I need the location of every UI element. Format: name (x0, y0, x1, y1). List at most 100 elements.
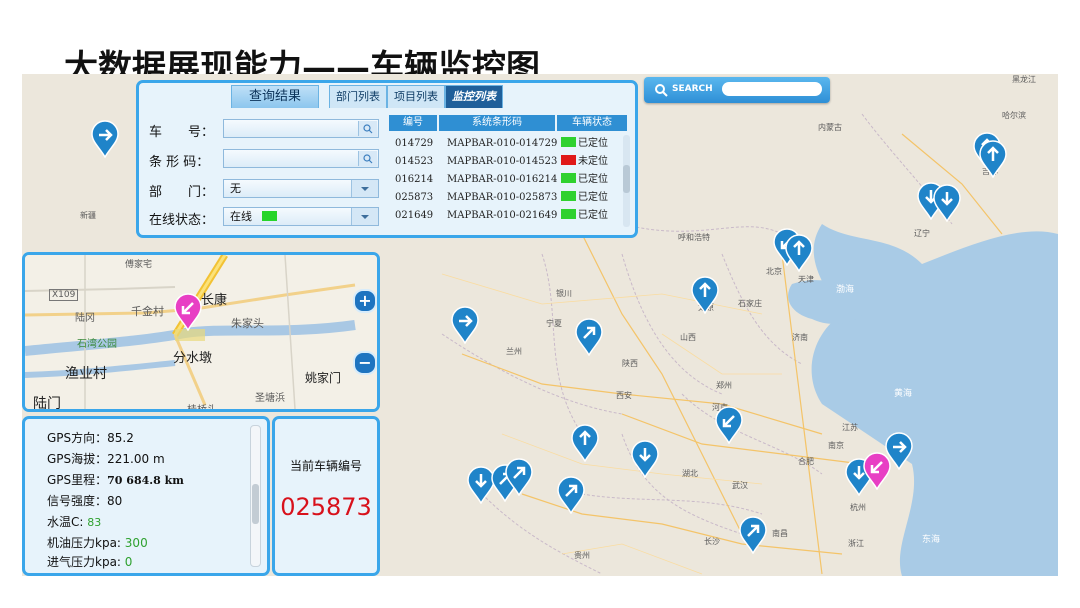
scrollbar-thumb[interactable] (252, 484, 259, 524)
vehicle-pin-icon[interactable] (690, 276, 720, 314)
search-icon (363, 124, 373, 134)
tab-monitor-list[interactable]: 监控列表 (445, 85, 503, 108)
vehicle-pin-icon[interactable] (556, 476, 586, 514)
map-label: 西安 (616, 391, 632, 400)
row-id: 016214 (395, 174, 434, 185)
row-code: MAPBAR-010-021649 (447, 210, 558, 221)
status-indicator (561, 209, 576, 219)
column-header: 编号 (389, 115, 437, 131)
map-label: 北京 (766, 267, 782, 276)
tab-department-list[interactable]: 部门列表 (329, 85, 387, 108)
vehicle-pin-icon[interactable] (978, 140, 1008, 178)
map-label: 山西 (680, 333, 696, 342)
info-value: 221.00 m (107, 452, 165, 466)
zoom-in-button[interactable]: + (353, 289, 377, 313)
search-bar[interactable]: SEARCH (644, 77, 830, 103)
info-label: GPS方向： (47, 431, 108, 445)
row-id: 014729 (395, 138, 434, 149)
vehicle-info-panel: GPS方向：85.2 GPS海拔：221.00 m GPS里程：70 684.8… (22, 416, 270, 576)
map-label: 江苏 (842, 423, 858, 432)
mini-map-label: 圣塘浜 (255, 393, 285, 404)
field-label: 条 形 码： (149, 155, 210, 170)
column-header: 车辆状态 (557, 115, 627, 131)
status-text: 已定位 (578, 138, 608, 149)
mini-map-label: 桂桥头 (187, 405, 217, 412)
department-select[interactable]: 无 (223, 179, 379, 198)
status-indicator (561, 137, 576, 147)
map-label: 黄海 (894, 389, 913, 399)
map-label: 武汉 (732, 481, 748, 490)
search-label: SEARCH (672, 84, 713, 94)
field-label: 在线状态： (149, 213, 215, 228)
map-label: 郑州 (716, 381, 732, 390)
mini-map-label: 陆冈 (75, 313, 95, 324)
tab-query-results[interactable]: 查询结果 (231, 85, 319, 108)
row-status: 已定位 (561, 171, 608, 189)
current-vehicle-panel: 当前车辆编号 025873 (272, 416, 380, 576)
selected-vehicle-pin-icon[interactable] (862, 452, 892, 490)
mini-map-label: 千金村 (131, 305, 164, 318)
column-header: 系统条形码 (439, 115, 555, 131)
info-line-gps-mileage: GPS里程：70 684.8 km (47, 471, 184, 488)
info-value: 0 (124, 555, 133, 569)
mini-map-label: 姚家门 (305, 371, 342, 385)
dropdown-button[interactable] (351, 208, 378, 225)
mini-map-label: 渔业村 (65, 366, 107, 382)
info-label: GPS海拔： (47, 452, 108, 466)
info-line-water-temp: 水温C: 83 (47, 513, 101, 530)
info-line-gps-direction: GPS方向：85.2 (47, 429, 134, 446)
info-value: 300 (124, 536, 148, 550)
map-label: 天津 (798, 275, 814, 284)
query-panel: 查询结果 部门列表 项目列表 监控列表 车 号： 条 形 码： 部 门： 无 在… (136, 80, 638, 238)
search-button[interactable] (358, 151, 377, 166)
tab-project-list[interactable]: 项目列表 (387, 85, 445, 108)
scrollbar-thumb[interactable] (623, 165, 630, 193)
mini-map-label: 朱家头 (231, 317, 264, 330)
vehicle-pin-icon[interactable] (574, 318, 604, 356)
chevron-down-icon (361, 187, 369, 191)
info-label: 水温C: (47, 515, 84, 529)
vehicle-pin-icon[interactable] (90, 120, 120, 158)
info-value: 70 684.8 km (107, 474, 184, 487)
mini-map[interactable]: 傅家宅 X109 千金村 长康 陆冈 朱家头 石湾公园 分水墩 渔业村 姚家门 … (22, 252, 380, 412)
info-label: GPS里程： (47, 473, 108, 487)
table-scrollbar[interactable] (623, 135, 630, 227)
map-label: 浙江 (848, 539, 864, 548)
vehicle-pin-icon[interactable] (504, 458, 534, 496)
map-label: 呼和浩特 (678, 233, 710, 242)
barcode-input[interactable] (223, 149, 379, 168)
dropdown-button[interactable] (351, 180, 378, 197)
map-label: 新疆 (80, 211, 96, 220)
map-label: 东海 (922, 535, 941, 545)
vehicle-pin-icon[interactable] (450, 306, 480, 344)
vehicle-pin-icon[interactable] (714, 406, 744, 444)
zoom-out-button[interactable]: − (353, 351, 377, 375)
field-label: 车 号： (149, 125, 215, 140)
map-label: 济南 (792, 333, 808, 342)
map-label: 宁夏 (546, 319, 562, 328)
map-label: 杭州 (850, 503, 866, 512)
info-scrollbar[interactable] (250, 425, 261, 567)
map-label: 南京 (828, 441, 844, 450)
info-line-oil-pressure: 机油压力kpa: 300 (47, 534, 148, 551)
info-line-intake-pressure: 进气压力kpa: 0 (47, 553, 132, 570)
vehicle-number-input[interactable] (223, 119, 379, 138)
info-label: 进气压力kpa: (47, 555, 121, 569)
search-icon (363, 154, 373, 164)
search-button[interactable] (358, 121, 377, 136)
map-label: 内蒙古 (818, 123, 842, 132)
vehicle-pin-icon[interactable] (738, 516, 768, 554)
map-label: 陕西 (622, 359, 638, 368)
field-value: 在线 (230, 210, 252, 223)
map-label: 合肥 (798, 457, 814, 466)
info-line-signal: 信号强度：80 (47, 492, 122, 509)
vehicle-pin-icon[interactable] (784, 234, 814, 272)
vehicle-pin-icon[interactable] (570, 424, 600, 462)
search-input[interactable] (722, 82, 822, 96)
vehicle-pin-icon[interactable] (630, 440, 660, 478)
online-status-select[interactable]: 在线 (223, 207, 379, 226)
selected-vehicle-pin-icon[interactable] (173, 293, 203, 331)
map-label: 南昌 (772, 529, 788, 538)
vehicle-pin-icon[interactable] (932, 184, 962, 222)
search-icon (655, 84, 668, 97)
